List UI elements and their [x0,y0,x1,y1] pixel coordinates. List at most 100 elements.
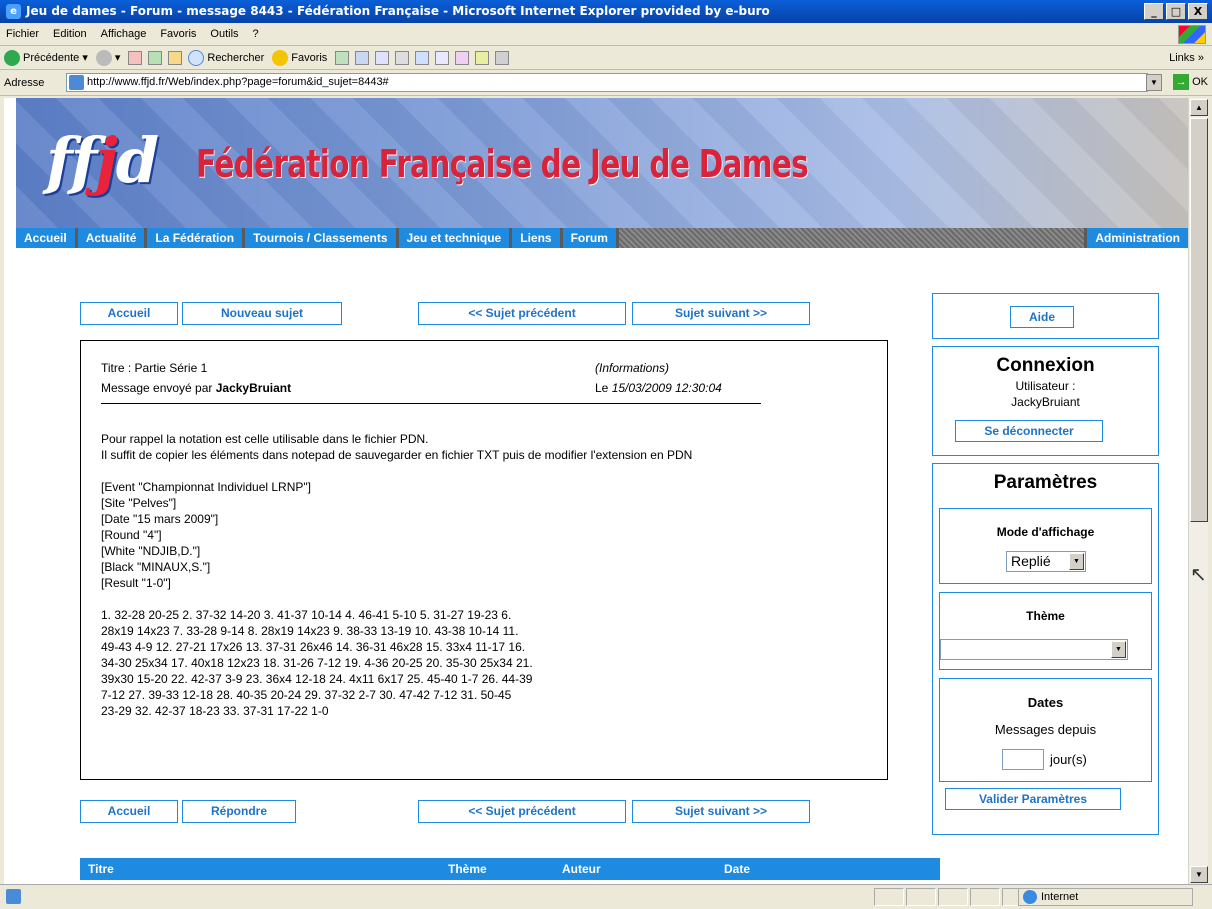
new-topic-button[interactable]: Nouveau sujet [182,302,342,325]
nav-accueil[interactable]: Accueil [16,228,78,248]
user-label: Utilisateur : [1015,379,1076,393]
help-button[interactable]: Aide [1010,306,1074,328]
site-title: Fédération Française de Jeu de Dames [196,142,809,186]
scroll-up-button[interactable]: ▲ [1190,99,1208,116]
forward-button[interactable]: ▾ [95,49,120,66]
close-button[interactable]: X [1188,3,1208,20]
messenger-icon[interactable] [495,50,510,65]
message-sender: Message envoyé par JackyBruiant [101,381,292,395]
home-button-bottom[interactable]: Accueil [80,800,178,823]
window-title: Jeu de dames - Forum - message 8443 - Fé… [26,4,770,18]
address-input[interactable]: http://www.ffjd.fr/Web/index.php?page=fo… [66,73,1148,92]
col-date[interactable]: Date [724,858,750,880]
validate-parameters-button[interactable]: Valider Paramètres [945,788,1121,810]
display-mode-label: Mode d'affichage [996,525,1095,539]
next-topic-button-top[interactable]: Sujet suivant >> [632,302,810,325]
nav-forum[interactable]: Forum [562,228,619,248]
calculator-icon[interactable] [475,50,490,65]
stop-icon[interactable] [128,50,143,65]
parameters-box: Paramètres Mode d'affichage Replié ▼ Thè… [932,463,1159,835]
theme-select[interactable]: ▼ [940,639,1128,660]
mail-icon[interactable] [375,50,390,65]
windows-logo-icon [1178,25,1206,44]
browser-window: e Jeu de dames - Forum - message 8443 - … [0,0,1212,909]
title-bar: e Jeu de dames - Forum - message 8443 - … [0,0,1212,23]
page-status-icon [6,889,21,904]
menu-affichage[interactable]: Affichage [101,28,147,40]
main-nav: Accueil Actualité La Fédération Tournois… [16,228,1188,248]
next-topic-button-bottom[interactable]: Sujet suivant >> [632,800,810,823]
display-mode-select[interactable]: Replié ▼ [1006,551,1086,572]
history-icon[interactable] [335,50,350,65]
mouse-pointer-icon: ↖ [1190,564,1207,586]
topic-table-header: Titre Thème Auteur Date [80,858,940,880]
message-body: Pour rappel la notation est celle utilis… [101,431,861,719]
nav-federation[interactable]: La Fédération [147,228,246,248]
message-pdn-tags: [Event "Championnat Individuel LRNP"] [S… [101,480,311,590]
ffjd-logo[interactable]: ffjd [46,130,159,192]
parameters-title: Paramètres [993,472,1098,493]
nav-jeu-technique[interactable]: Jeu et technique [398,228,513,248]
col-titre[interactable]: Titre [88,858,114,880]
media-icon[interactable] [355,50,370,65]
address-dropdown-button[interactable]: ▼ [1146,74,1162,91]
security-zone: Internet [1018,888,1193,906]
message-date: Le 15/03/2009 12:30:04 [595,381,722,395]
menu-edition[interactable]: Edition [53,28,87,40]
nav-filler [618,228,1085,248]
nav-liens[interactable]: Liens [512,228,563,248]
scroll-thumb[interactable] [1190,118,1208,522]
home-button-top[interactable]: Accueil [80,302,178,325]
previous-topic-button-top[interactable]: << Sujet précédent [418,302,626,325]
chevron-down-icon: ▼ [1111,641,1126,658]
dates-section: Dates Messages depuis jour(s) [939,678,1152,782]
message-box: Titre : Partie Série 1 Message envoyé pa… [80,340,888,780]
dates-label: Dates [1027,695,1064,710]
go-button[interactable]: → OK [1173,74,1208,90]
message-moves: 1. 32-28 20-25 2. 37-32 14-20 3. 41-37 1… [101,608,533,718]
ie-icon: e [6,4,21,19]
message-author[interactable]: JackyBruiant [216,381,291,395]
search-button[interactable]: Rechercher [188,49,264,66]
chevron-down-icon: ▼ [1069,553,1084,570]
back-button[interactable]: Précédente ▾ [4,49,88,66]
favorites-button[interactable]: Favoris [272,49,327,66]
page-icon [69,75,84,90]
vertical-scrollbar[interactable]: ▲ ▼ [1188,98,1208,884]
menu-favoris[interactable]: Favoris [160,28,196,40]
previous-topic-button-bottom[interactable]: << Sujet précédent [418,800,626,823]
nav-tournois[interactable]: Tournois / Classements [245,228,399,248]
favorites-star-icon [272,49,289,66]
address-label: Adresse [4,76,45,89]
back-arrow-icon [4,49,20,66]
days-input[interactable] [1002,749,1044,770]
globe-icon [1023,890,1037,904]
links-button[interactable]: Links » [1169,52,1204,64]
menu-fichier[interactable]: Fichier [6,28,39,40]
refresh-icon[interactable] [148,50,163,65]
nav-actualite[interactable]: Actualité [77,228,148,248]
address-bar: Adresse http://www.ffjd.fr/Web/index.php… [0,70,1212,96]
nav-administration[interactable]: Administration [1084,228,1188,248]
search-icon [188,49,205,66]
edit-icon[interactable] [415,50,430,65]
menu-help[interactable]: ? [253,28,259,40]
discuss-icon[interactable] [435,50,450,65]
minimize-button[interactable]: _ [1144,3,1164,20]
col-theme[interactable]: Thème [448,858,487,880]
col-auteur[interactable]: Auteur [562,858,601,880]
logout-button[interactable]: Se déconnecter [955,420,1103,442]
message-divider [101,403,761,404]
page-content: ffjd Fédération Française de Jeu de Dame… [4,98,1188,884]
menu-bar: Fichier Edition Affichage Favoris Outils… [0,23,1212,46]
message-info-link[interactable]: (Informations) [595,361,669,375]
home-icon[interactable] [168,50,183,65]
scroll-down-button[interactable]: ▼ [1190,866,1208,883]
maximize-button[interactable]: □ [1166,3,1186,20]
user-name: JackyBruiant [1011,395,1080,409]
translate-icon[interactable] [455,50,470,65]
menu-outils[interactable]: Outils [210,28,238,40]
print-icon[interactable] [395,50,410,65]
reply-button[interactable]: Répondre [182,800,296,823]
message-intro: Pour rappel la notation est celle utilis… [101,432,693,462]
